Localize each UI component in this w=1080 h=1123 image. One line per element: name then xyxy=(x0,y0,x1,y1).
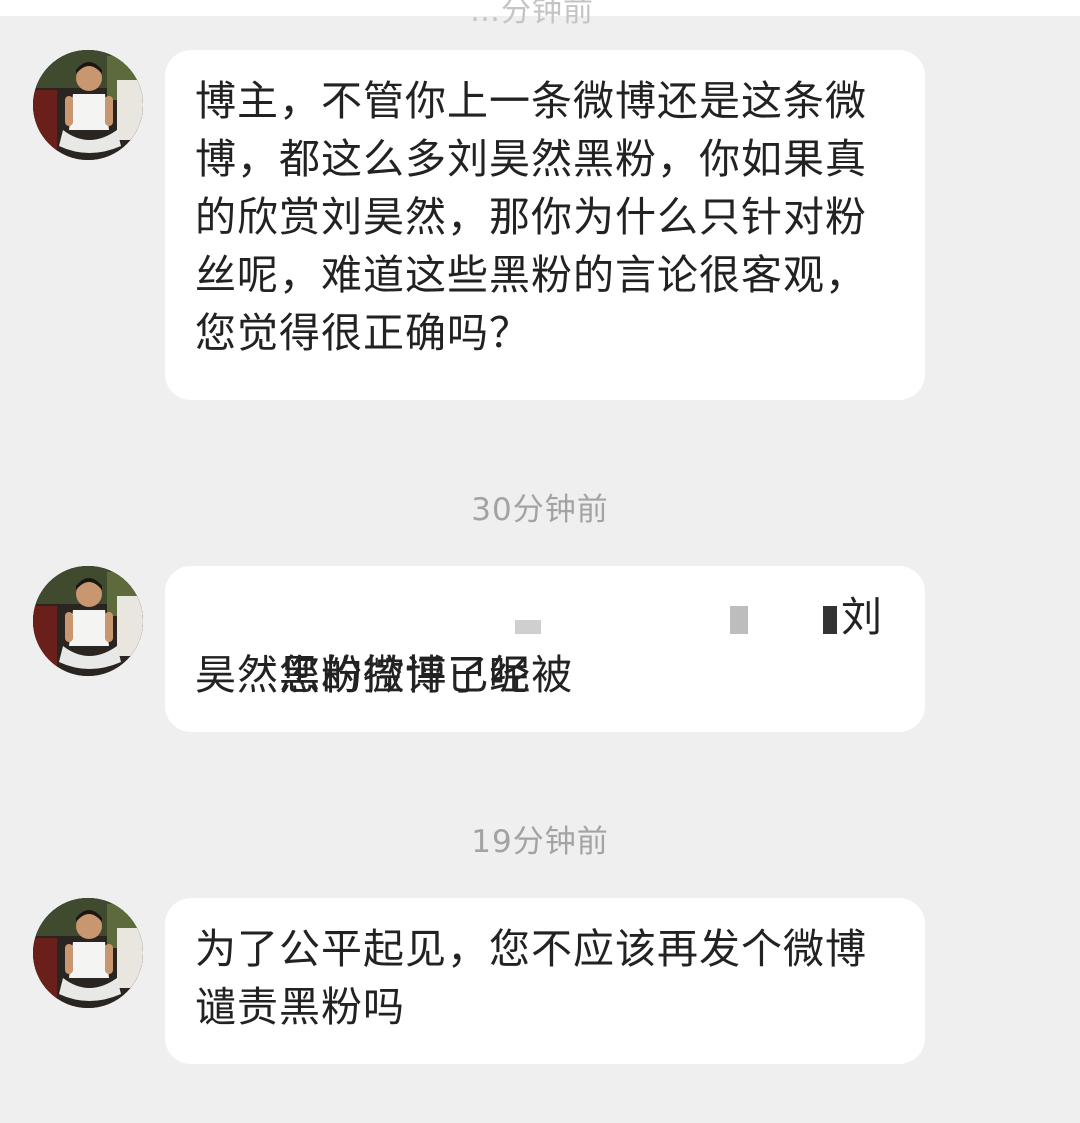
user-avatar[interactable] xyxy=(33,50,143,160)
message-bubble[interactable]: 为了公平起见，您不应该再发个微博谴责黑粉吗 xyxy=(165,898,925,1064)
message-timestamp: 19分钟前 xyxy=(471,824,609,860)
message-text: 为了公平起见，您不应该再发个微博谴责黑粉吗 xyxy=(195,925,867,1031)
user-avatar[interactable] xyxy=(33,898,143,1008)
message-text: 博主，不管你上一条微博还是这条微博，都这么多刘昊然黑粉，你如果真的欣赏刘昊然，那… xyxy=(195,77,867,357)
message-line: 您的微博已经被 刘 xyxy=(195,588,895,699)
message-text-end: 刘 xyxy=(841,593,883,641)
redacted-block xyxy=(823,606,837,634)
message-text-start: 您的微博已经被 xyxy=(279,651,574,699)
redacted-block xyxy=(730,606,748,634)
message-timestamp: 30分钟前 xyxy=(471,492,609,528)
message-bubble[interactable]: 您的微博已经被 刘 昊然黑粉控评了呢 xyxy=(165,566,925,732)
avatar-photo-icon xyxy=(33,50,143,160)
avatar-photo-icon xyxy=(33,566,143,676)
clipped-timestamp: …分钟前 xyxy=(470,0,594,29)
redacted-block xyxy=(515,620,541,634)
avatar-photo-icon xyxy=(33,898,143,1008)
user-avatar[interactable] xyxy=(33,566,143,676)
top-clipped-area: …分钟前 xyxy=(0,0,1080,29)
message-bubble[interactable]: 博主，不管你上一条微博还是这条微博，都这么多刘昊然黑粉，你如果真的欣赏刘昊然，那… xyxy=(165,50,925,400)
